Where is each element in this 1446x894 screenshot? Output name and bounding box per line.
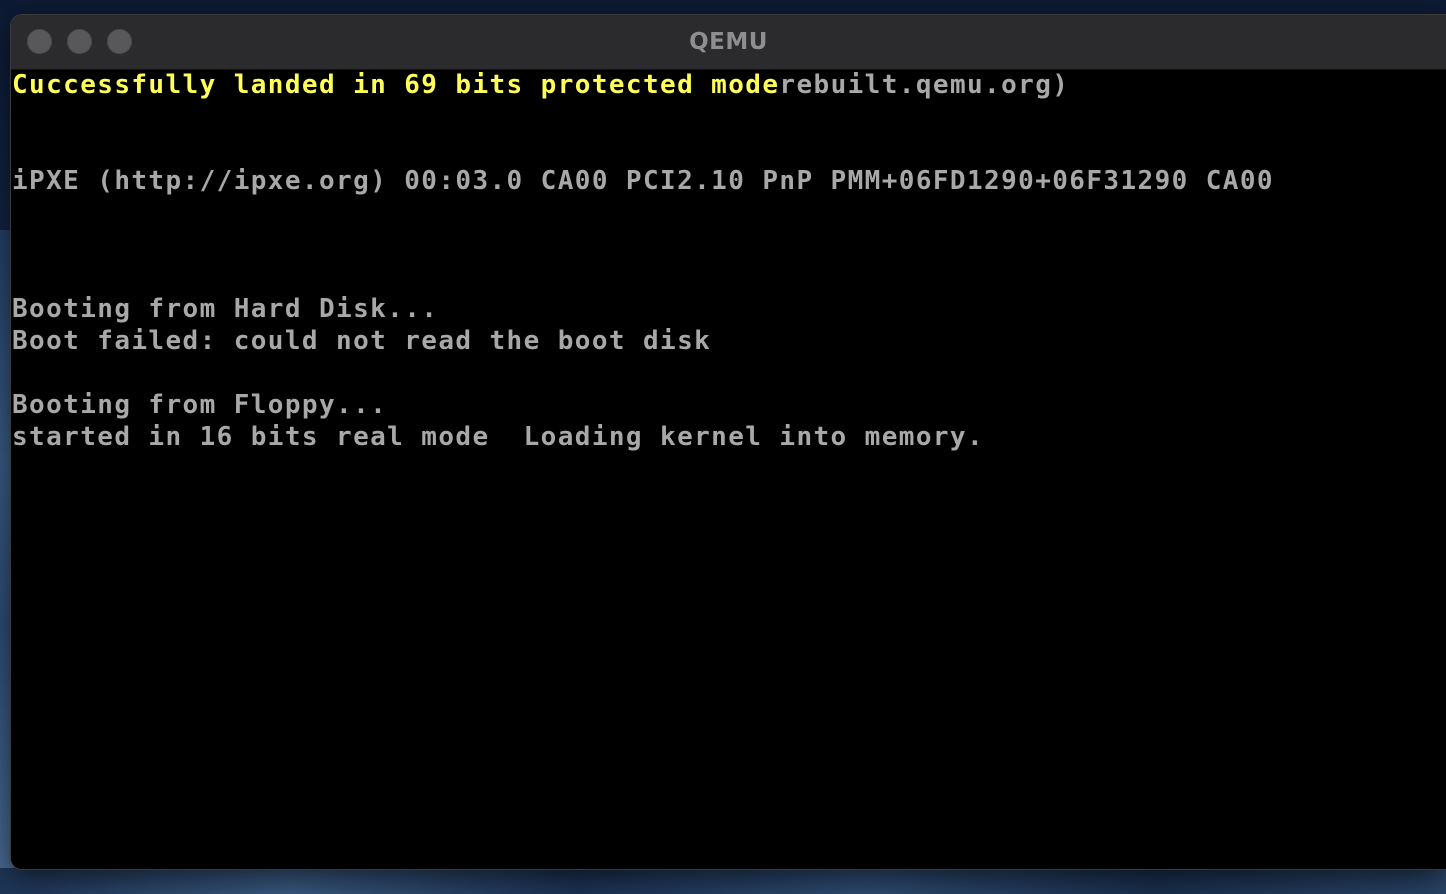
vm-display[interactable]: Cuccessfully landed in 69 bits protected… [11, 70, 1446, 869]
qemu-window: QEMU Cuccessfully landed in 69 bits prot… [11, 15, 1446, 869]
console-highlight-text: Cuccessfully landed in 69 bits protected… [12, 70, 780, 100]
window-titlebar[interactable]: QEMU [11, 15, 1446, 70]
console-line-real-mode: started in 16 bits real mode Loading ker… [12, 422, 985, 452]
desktop-wallpaper-bottom [0, 868, 1446, 894]
console-line-ipxe: iPXE (http://ipxe.org) 00:03.0 CA00 PCI2… [12, 166, 1274, 196]
console-line-boot-hd: Booting from Hard Disk... [12, 294, 439, 324]
console-overwritten-text: rebuilt.qemu.org) [779, 70, 1070, 100]
console-line-protected-mode: Cuccessfully landed in 69 bits protected… [12, 70, 1069, 100]
console-line-boot-floppy: Booting from Floppy... [12, 390, 388, 420]
window-title: QEMU [689, 29, 768, 55]
console-line-boot-failed: Boot failed: could not read the boot dis… [12, 326, 712, 356]
